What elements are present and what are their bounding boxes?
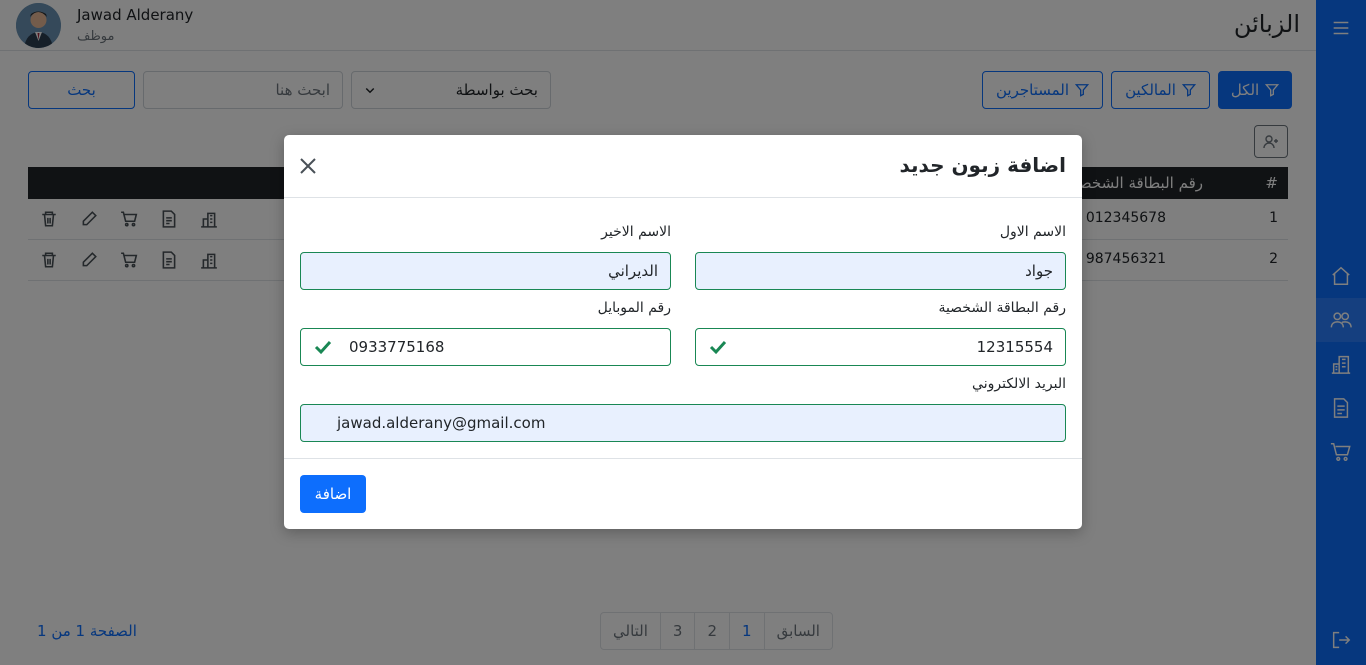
mobile-label: رقم الموبايل — [597, 300, 671, 316]
modal-footer: اضافة — [284, 458, 1082, 529]
mobile-value: 0933775168 — [349, 338, 445, 356]
mobile-field[interactable]: 0933775168 — [300, 328, 671, 366]
first-name-value: جواد — [1025, 262, 1053, 280]
close-button[interactable] — [297, 155, 319, 177]
last-name-label: الاسم الاخير — [601, 224, 671, 240]
add-button[interactable]: اضافة — [300, 475, 366, 513]
modal-title: اضافة زبون جديد — [899, 153, 1066, 177]
check-icon — [314, 340, 332, 355]
close-icon — [300, 158, 316, 174]
check-icon — [709, 340, 727, 355]
id-number-value: 12315554 — [976, 338, 1053, 356]
first-name-field[interactable]: جواد — [695, 252, 1066, 290]
last-name-value: الديراني — [608, 262, 658, 280]
email-value: jawad.alderany@gmail.com — [337, 414, 546, 432]
email-field[interactable]: jawad.alderany@gmail.com — [300, 404, 1066, 442]
first-name-label: الاسم الاول — [999, 224, 1066, 240]
last-name-field[interactable]: الديراني — [300, 252, 671, 290]
id-number-label: رقم البطاقة الشخصية — [938, 300, 1066, 316]
modal-header: اضافة زبون جديد — [284, 135, 1082, 198]
add-customer-modal: اضافة زبون جديد الاسم الاول جواد الاسم ا… — [284, 135, 1082, 529]
id-number-field[interactable]: 12315554 — [695, 328, 1066, 366]
email-label: البريد الالكتروني — [972, 376, 1066, 392]
